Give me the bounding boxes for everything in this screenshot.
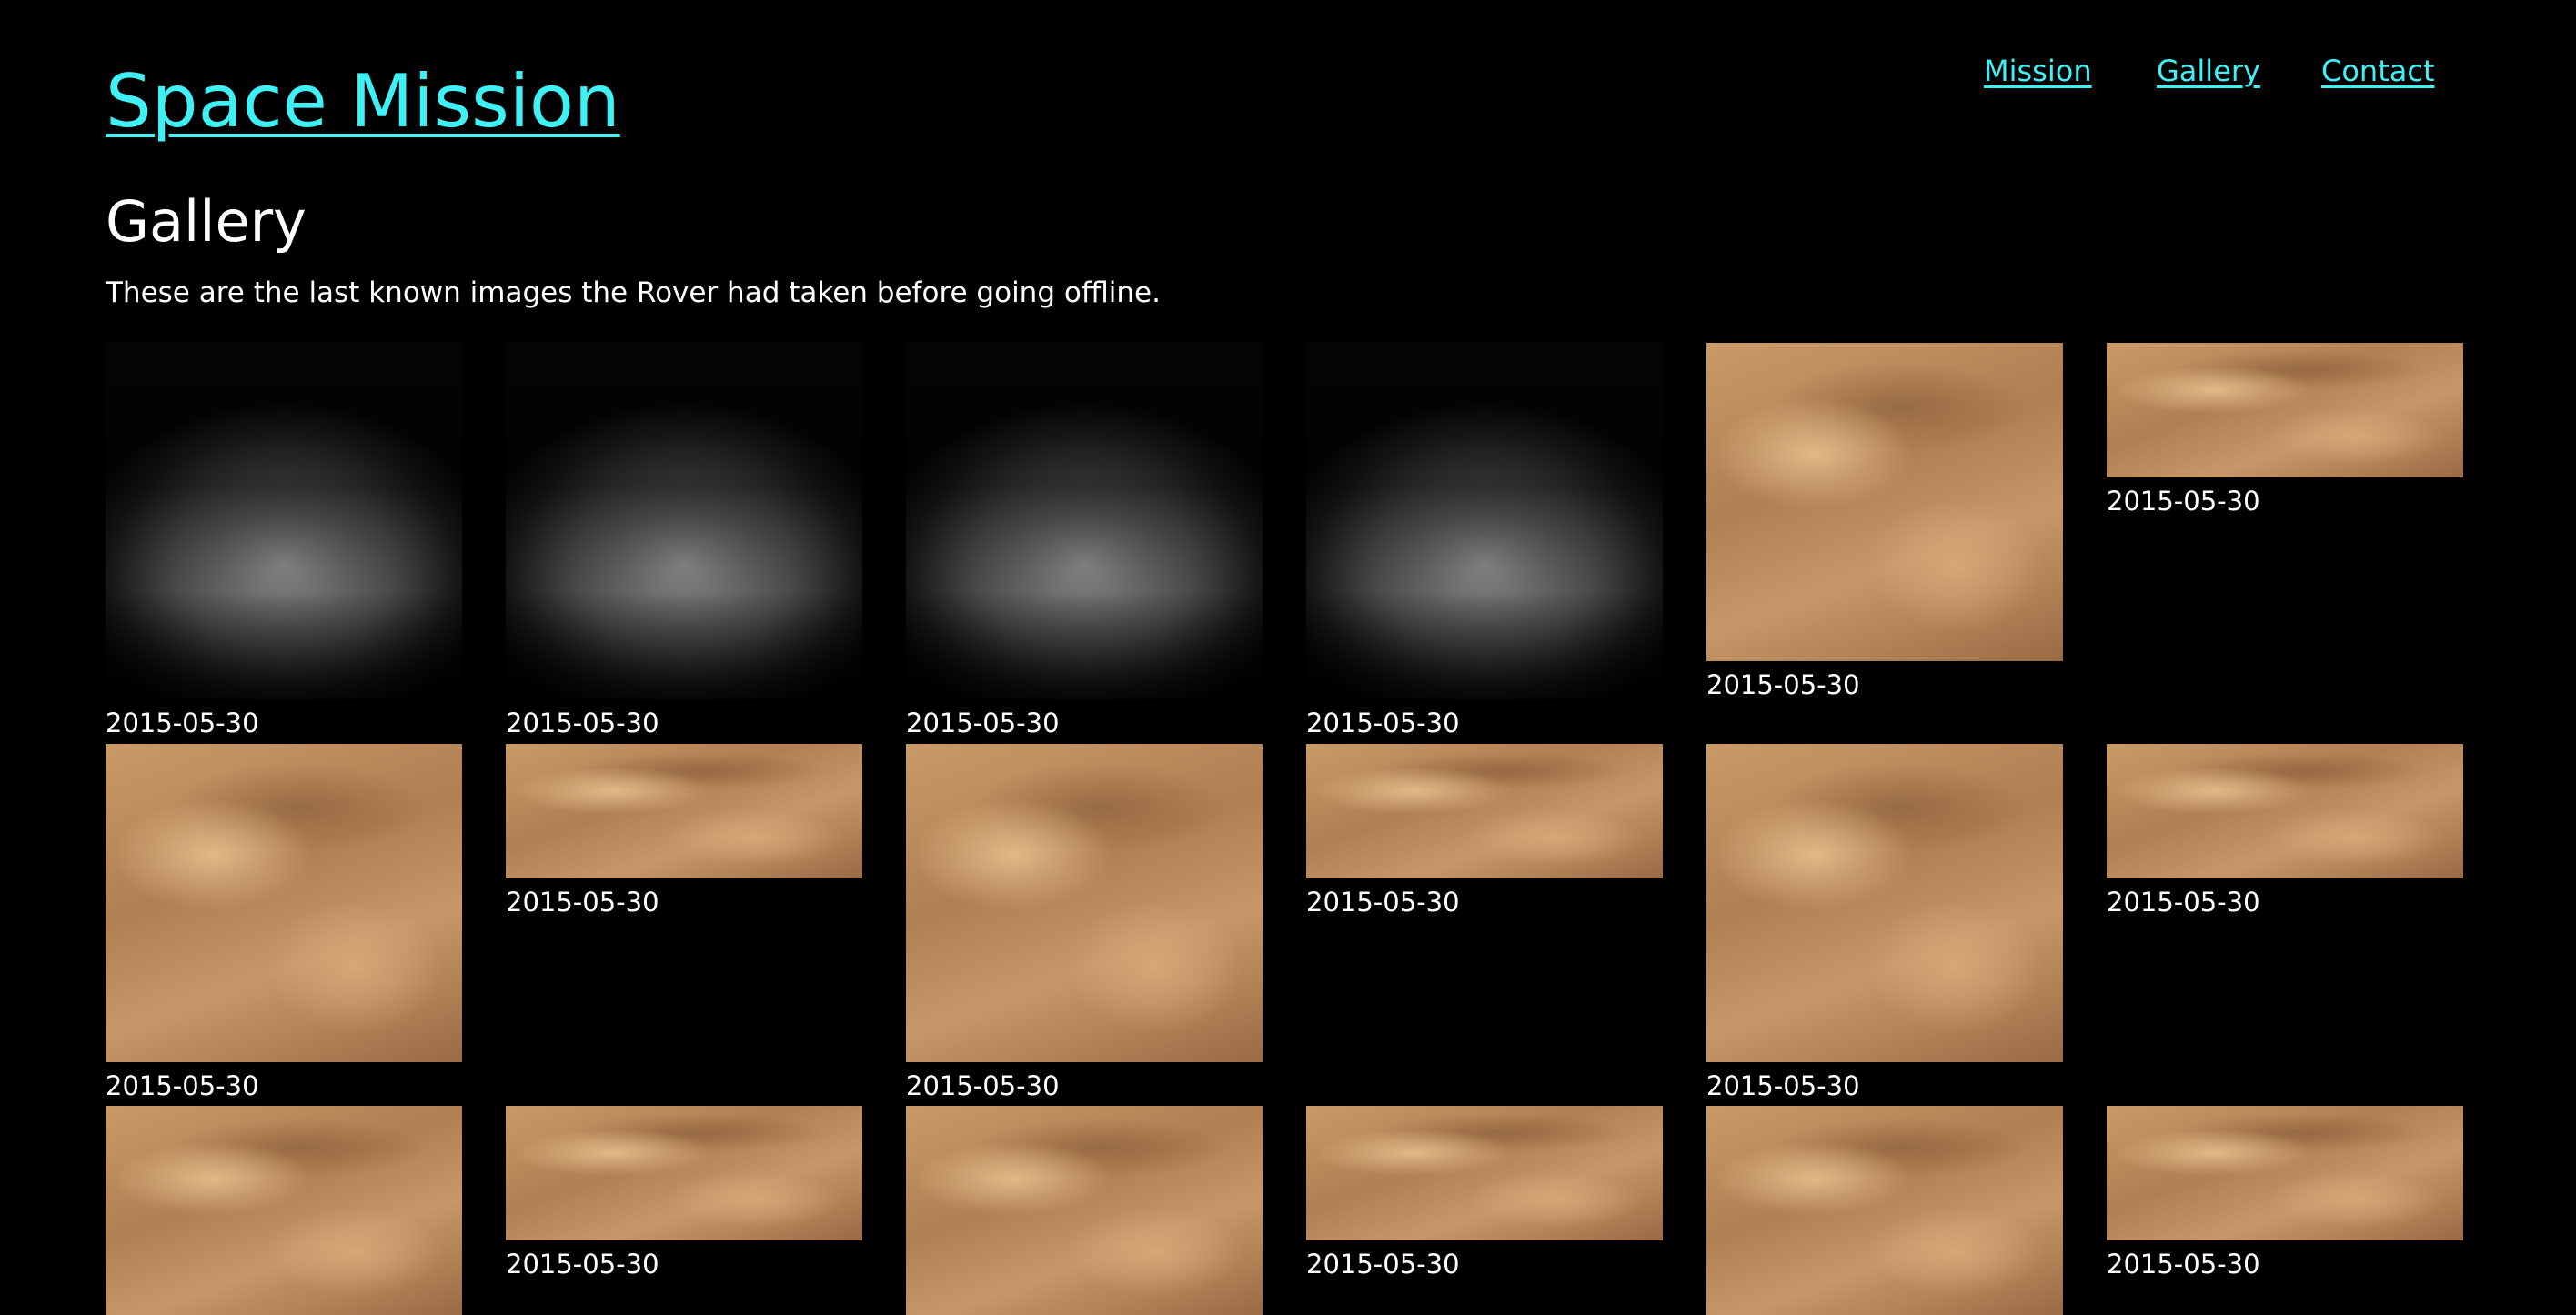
gallery-item: 2015-05-30	[1706, 744, 2063, 1102]
gallery-item: 2015-05-30	[1306, 343, 1663, 739]
rover-photo[interactable]	[106, 744, 462, 1062]
gallery-item	[906, 1106, 1263, 1315]
rover-photo[interactable]	[106, 343, 462, 699]
gallery-item: 2015-05-30	[2107, 744, 2463, 918]
rover-photo[interactable]	[1706, 1106, 2063, 1315]
photo-date-caption: 2015-05-30	[906, 1070, 1060, 1101]
rover-photo[interactable]	[506, 343, 862, 699]
rover-photo[interactable]	[106, 1106, 462, 1315]
gallery-item: 2015-05-30	[1306, 744, 1663, 918]
photo-date-caption: 2015-05-30	[1306, 708, 1460, 738]
rover-photo[interactable]	[906, 744, 1263, 1062]
rover-photo[interactable]	[1306, 343, 1663, 699]
rover-photo[interactable]	[1706, 744, 2063, 1062]
photo-date-caption: 2015-05-30	[506, 708, 659, 738]
gallery-item: 2015-05-30	[906, 343, 1263, 739]
gallery-item: 2015-05-30	[106, 744, 462, 1102]
photo-date-caption: 2015-05-30	[2107, 486, 2260, 517]
rover-photo[interactable]	[2107, 744, 2463, 878]
photo-date-caption: 2015-05-30	[1306, 887, 1460, 918]
photo-date-caption: 2015-05-30	[106, 1070, 259, 1101]
gallery-item: 2015-05-30	[906, 744, 1263, 1102]
gallery-item: 2015-05-30	[506, 744, 862, 918]
photo-date-caption: 2015-05-30	[506, 887, 659, 918]
rover-photo[interactable]	[2107, 1106, 2463, 1240]
image-gallery: 2015-05-30 2015-05-30 2015-05-30 2015-05…	[0, 0, 2576, 1315]
photo-date-caption: 2015-05-30	[1706, 1070, 1860, 1101]
photo-date-caption: 2015-05-30	[106, 708, 259, 738]
gallery-item: 2015-05-30	[506, 343, 862, 739]
rover-photo[interactable]	[506, 744, 862, 878]
photo-date-caption: 2015-05-30	[2107, 1249, 2260, 1280]
photo-date-caption: 2015-05-30	[2107, 887, 2260, 918]
gallery-item: 2015-05-30	[106, 343, 462, 739]
rover-photo[interactable]	[2107, 343, 2463, 477]
gallery-item: 2015-05-30	[506, 1106, 862, 1280]
gallery-item: 2015-05-30	[2107, 343, 2463, 517]
rover-photo[interactable]	[1306, 1106, 1663, 1240]
rover-photo[interactable]	[906, 343, 1263, 699]
rover-photo[interactable]	[906, 1106, 1263, 1315]
rover-photo[interactable]	[506, 1106, 862, 1240]
gallery-item: 2015-05-30	[1306, 1106, 1663, 1280]
gallery-item: 2015-05-30	[2107, 1106, 2463, 1280]
gallery-item	[1706, 1106, 2063, 1315]
photo-date-caption: 2015-05-30	[1706, 669, 1860, 700]
rover-photo[interactable]	[1706, 343, 2063, 661]
photo-date-caption: 2015-05-30	[906, 708, 1060, 738]
rover-photo[interactable]	[1306, 744, 1663, 878]
gallery-item: 2015-05-30	[1706, 343, 2063, 701]
photo-date-caption: 2015-05-30	[1306, 1249, 1460, 1280]
gallery-item	[106, 1106, 462, 1315]
photo-date-caption: 2015-05-30	[506, 1249, 659, 1280]
